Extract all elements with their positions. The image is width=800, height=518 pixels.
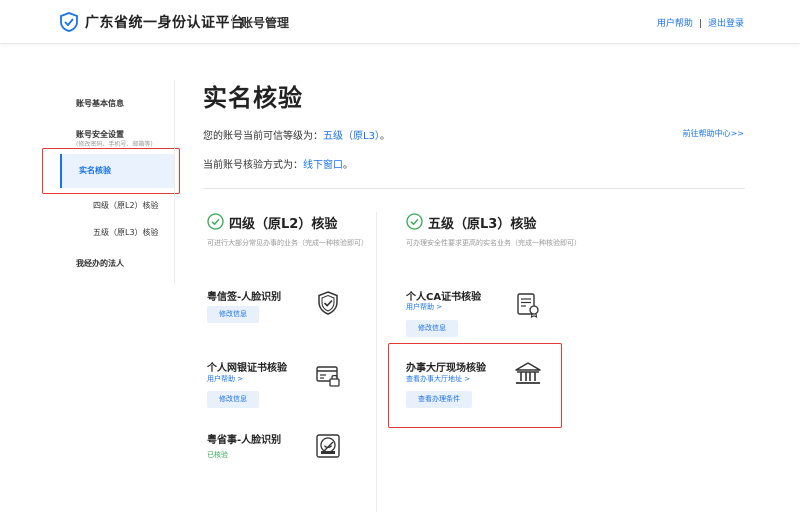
level2-desc: 可进行大部分常见办事的业务（完成一种核验即可）: [207, 239, 368, 247]
ca-cert-help-link[interactable]: 用户帮助 >: [406, 302, 442, 312]
help-center-link[interactable]: 前往帮助中心>>: [683, 128, 744, 139]
top-header: 广东省统一身份认证平台 账号管理 用户帮助 | 退出登录: [0, 0, 800, 44]
bank-cert-help-link[interactable]: 用户帮助 >: [207, 374, 243, 384]
column-divider: [376, 212, 377, 512]
level3-desc: 可办理安全性要求更高的实名业务（完成一种核验即可）: [406, 239, 581, 247]
government-hall-icon: [515, 362, 541, 384]
hall-conditions-button[interactable]: 查看办理条件: [406, 391, 472, 408]
sidebar-item-level5[interactable]: 五级（原L3）核验: [93, 227, 159, 238]
verify-method-value: 线下窗口: [303, 160, 343, 171]
yxq-modify-button[interactable]: 修改信息: [207, 306, 259, 323]
sidebar-item-basic-info[interactable]: 账号基本信息: [76, 98, 124, 109]
sidebar-item-real-name[interactable]: 实名核验: [60, 154, 174, 188]
page-title: 实名核验: [203, 84, 303, 112]
header-divider: [232, 15, 233, 29]
trust-level-text: 您的账号当前可信等级为：五级（原L3）。: [203, 131, 390, 142]
sidebar-item-security-note: (修改密码、手机号、邮箱等): [76, 141, 153, 148]
header-subtitle: 账号管理: [241, 16, 290, 30]
brand-title: 广东省统一身份认证平台: [85, 15, 245, 31]
sidebar-item-legal-person[interactable]: 我经办的法人: [76, 258, 124, 269]
bank-card-lock-icon: [316, 366, 340, 387]
yss-verified-status: 已核验: [207, 451, 228, 459]
level3-title: 五级（原L3）核验: [428, 217, 537, 232]
section-divider: [203, 188, 745, 189]
verify-method-text: 当前账号核验方式为：线下窗口。: [203, 160, 353, 171]
ca-cert-modify-button[interactable]: 修改信息: [406, 320, 458, 337]
shield-logo-icon: [60, 12, 78, 32]
shield-check-icon: [318, 291, 338, 315]
sidebar-item-level4[interactable]: 四级（原L2）核验: [93, 200, 159, 211]
certificate-icon: [517, 293, 539, 318]
face-scan-icon: [316, 434, 340, 458]
user-help-link[interactable]: 用户帮助: [657, 19, 693, 29]
hall-verify-title: 办事大厅现场核验: [406, 363, 486, 374]
trust-level-value: 五级（原L3）: [323, 131, 380, 142]
yxq-face-title: 粤信签-人脸识别: [207, 292, 282, 303]
sidebar-divider: [174, 80, 175, 285]
bank-cert-modify-button[interactable]: 修改信息: [207, 391, 259, 408]
level2-title: 四级（原L2）核验: [229, 217, 338, 232]
link-separator: |: [698, 19, 702, 29]
logout-link[interactable]: 退出登录: [708, 19, 744, 29]
hall-address-link[interactable]: 查看办事大厅地址 >: [406, 374, 470, 384]
check-circle-icon: [207, 213, 224, 230]
yss-face-title: 粤省事-人脸识别: [207, 435, 282, 446]
ca-cert-title: 个人CA证书核验: [406, 292, 482, 303]
check-circle-icon: [406, 213, 423, 230]
header-links: 用户帮助 | 退出登录: [657, 16, 744, 29]
sidebar-item-label: 实名核验: [79, 166, 111, 175]
bank-cert-title: 个人网银证书核验: [207, 363, 287, 374]
